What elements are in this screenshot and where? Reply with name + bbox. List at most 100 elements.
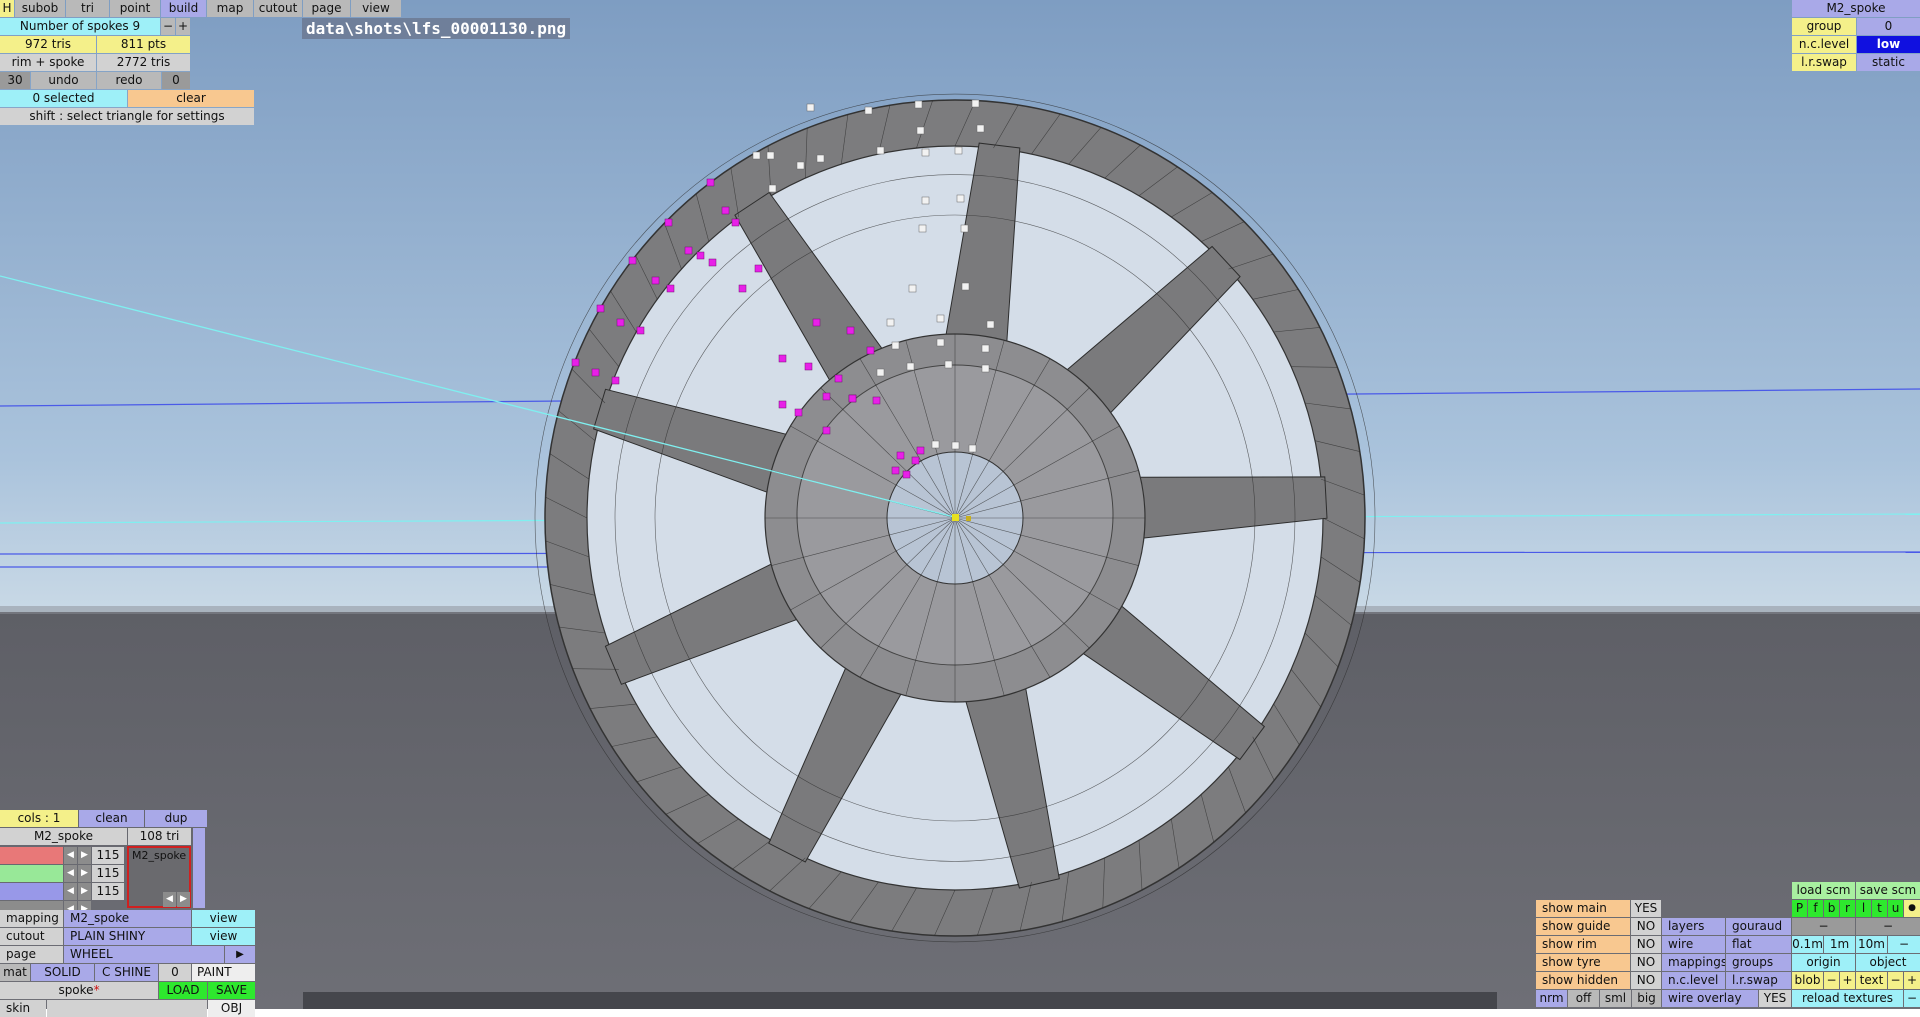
spoke-file-field[interactable]: spoke* (0, 982, 158, 999)
gouraud-button[interactable]: gouraud (1726, 918, 1791, 935)
nc-level-value[interactable]: low (1857, 36, 1920, 53)
menu-map[interactable]: map (207, 0, 253, 17)
vertex-point[interactable] (768, 184, 777, 193)
selected-vertex-point[interactable] (596, 304, 605, 313)
scale-10m-button[interactable]: 10m (1856, 936, 1887, 953)
scale-1m-button[interactable]: 1m (1824, 936, 1855, 953)
vertex-point[interactable] (886, 318, 895, 327)
selected-vertex-point[interactable] (706, 178, 715, 187)
green-dec-icon[interactable]: ◀ (64, 865, 77, 882)
selected-vertex-point[interactable] (911, 456, 920, 465)
scm-b-button[interactable]: b (1824, 900, 1839, 917)
selected-vertex-point[interactable] (591, 368, 600, 377)
menu-build[interactable]: build (161, 0, 206, 17)
selected-vertex-point[interactable] (896, 451, 905, 460)
scale-minus-button[interactable]: − (1888, 936, 1920, 953)
vertex-point[interactable] (914, 100, 923, 109)
selected-vertex-point[interactable] (822, 426, 831, 435)
groups-button[interactable]: groups (1726, 954, 1791, 971)
blue-dec-icon[interactable]: ◀ (64, 883, 77, 900)
origin-button[interactable]: origin (1792, 954, 1855, 971)
selected-vertex-point[interactable] (846, 326, 855, 335)
scm-minus-right[interactable]: − (1856, 918, 1920, 935)
selected-vertex-point[interactable] (872, 396, 881, 405)
selected-vertex-point[interactable] (628, 256, 637, 265)
scm-minus-left[interactable]: − (1792, 918, 1855, 935)
vertex-point[interactable] (876, 146, 885, 155)
selected-vertex-point[interactable] (611, 376, 620, 385)
vertex-point[interactable] (936, 314, 945, 323)
menu-cutout[interactable]: cutout (254, 0, 302, 17)
size-off-button[interactable]: off (1568, 990, 1599, 1007)
menu-point[interactable]: point (110, 0, 160, 17)
scm-t-button[interactable]: t (1872, 900, 1887, 917)
menu-view[interactable]: view (351, 0, 401, 17)
vertex-point[interactable] (916, 126, 925, 135)
save-button[interactable]: SAVE (208, 982, 255, 999)
preview-prev-icon[interactable]: ◀ (163, 892, 176, 907)
vertex-point[interactable] (981, 364, 990, 373)
blue-inc-icon[interactable]: ▶ (78, 883, 91, 900)
vertex-point[interactable] (908, 284, 917, 293)
vertex-point[interactable] (796, 161, 805, 170)
vertex-point[interactable] (806, 103, 815, 112)
vertex-point[interactable] (981, 344, 990, 353)
selected-vertex-point[interactable] (754, 264, 763, 273)
vertex-point[interactable] (891, 341, 900, 350)
show-main-toggle[interactable]: YES (1631, 900, 1661, 917)
vertex-point[interactable] (961, 282, 970, 291)
selected-vertex-point[interactable] (684, 246, 693, 255)
mat-shine-button[interactable]: C SHINE (95, 964, 158, 981)
object-button[interactable]: object (1856, 954, 1920, 971)
load-scm-button[interactable]: load scm (1792, 882, 1855, 899)
vertex-point[interactable] (906, 362, 915, 371)
mat-solid-button[interactable]: SOLID (31, 964, 94, 981)
show-hidden-toggle[interactable]: NO (1631, 972, 1661, 989)
cutout-view-button[interactable]: view (192, 928, 255, 945)
selected-vertex-point[interactable] (708, 258, 717, 267)
vertex-point[interactable] (956, 194, 965, 203)
vertex-point[interactable] (960, 224, 969, 233)
selected-vertex-point[interactable] (812, 318, 821, 327)
vertex-point[interactable] (968, 444, 977, 453)
selected-vertex-point[interactable] (778, 400, 787, 409)
selected-vertex-point[interactable] (822, 392, 831, 401)
blue-channel-slider[interactable] (0, 883, 63, 900)
selected-vertex-point[interactable] (664, 218, 673, 227)
vertex-point[interactable] (944, 360, 953, 369)
vertex-point[interactable] (976, 124, 985, 133)
scm-dot-icon[interactable]: ● (1904, 900, 1920, 917)
cutout-value[interactable]: PLAIN SHINY (64, 928, 191, 945)
text-minus-button[interactable]: − (1888, 972, 1903, 989)
page-next-icon[interactable]: ▶ (225, 946, 255, 963)
save-scm-button[interactable]: save scm (1856, 882, 1920, 899)
selected-vertex-point[interactable] (651, 276, 660, 285)
reload-textures-button[interactable]: reload textures (1792, 990, 1903, 1007)
viewport-3d[interactable] (0, 0, 1920, 1009)
load-button[interactable]: LOAD (159, 982, 207, 999)
size-big-button[interactable]: big (1632, 990, 1661, 1007)
show-tyre-toggle[interactable]: NO (1631, 954, 1661, 971)
selected-vertex-point[interactable] (636, 326, 645, 335)
menu-h[interactable]: H (0, 0, 14, 17)
vertex-point[interactable] (921, 196, 930, 205)
vertex-point[interactable] (971, 99, 980, 108)
vertex-point[interactable] (951, 441, 960, 450)
vertex-point[interactable] (876, 368, 885, 377)
selected-vertex-point[interactable] (731, 218, 740, 227)
menu-subob[interactable]: subob (15, 0, 65, 17)
red-inc-icon[interactable]: ▶ (78, 847, 91, 864)
clear-selection-button[interactable]: clear (128, 90, 254, 107)
selected-vertex-point[interactable] (616, 318, 625, 327)
selected-vertex-point[interactable] (666, 284, 675, 293)
show-rim-toggle[interactable]: NO (1631, 936, 1661, 953)
selected-vertex-point[interactable] (848, 394, 857, 403)
vertex-point[interactable] (864, 106, 873, 115)
menu-page[interactable]: page (303, 0, 350, 17)
size-sml-button[interactable]: sml (1600, 990, 1631, 1007)
vertex-point[interactable] (936, 338, 945, 347)
scm-p-button[interactable]: P (1792, 900, 1807, 917)
scm-u-button[interactable]: u (1888, 900, 1903, 917)
group-value[interactable]: 0 (1857, 18, 1920, 35)
flat-button[interactable]: flat (1726, 936, 1791, 953)
